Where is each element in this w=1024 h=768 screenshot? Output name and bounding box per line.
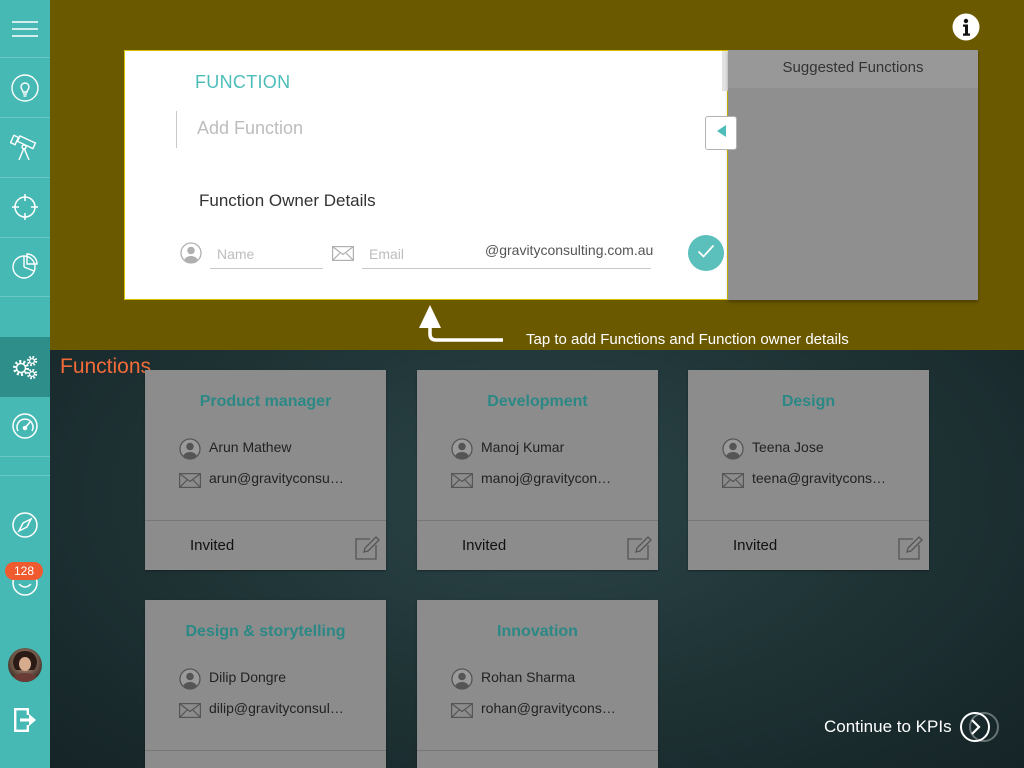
person-icon: [451, 438, 473, 465]
email-domain-suffix: @gravityconsulting.com.au: [485, 242, 654, 258]
owner-details-heading: Function Owner Details: [199, 191, 376, 210]
card-footer: [417, 750, 658, 768]
card-owner-email: manoj@gravitycon…: [481, 470, 612, 486]
function-form-panel: FUNCTION Function Owner Details @gravity…: [124, 50, 728, 300]
sidebar-divider: [0, 296, 50, 297]
lightbulb-icon: [10, 73, 40, 103]
avatar: [7, 647, 43, 683]
menu-icon: [11, 19, 39, 39]
function-card[interactable]: Design & storytelling Dilip Dongre dilip…: [145, 600, 386, 768]
card-owner-email: arun@gravityconsu…: [209, 470, 344, 486]
section-title: Functions: [60, 355, 152, 378]
card-footer: Invited: [145, 520, 386, 570]
card-owner-name: Dilip Dongre: [209, 669, 287, 685]
card-owner-email: teena@gravitycons…: [752, 470, 887, 486]
logout-icon: [11, 706, 39, 734]
suggested-functions-panel: Suggested Functions: [728, 50, 978, 300]
card-title: Development: [487, 393, 588, 410]
person-icon: [180, 242, 202, 269]
mail-icon: [179, 703, 201, 723]
text-caret: [176, 111, 177, 148]
notification-badge: 128: [5, 562, 43, 580]
submit-function-button[interactable]: [688, 235, 724, 271]
function-card[interactable]: Design Teena Jose teena@gravitycons… Inv…: [688, 370, 929, 570]
card-title: Product manager: [199, 393, 332, 410]
card-owner-email: rohan@gravitycons…: [481, 700, 616, 716]
sidebar-divider: [0, 456, 50, 457]
card-title: Innovation: [497, 623, 578, 640]
person-icon: [451, 668, 473, 695]
owner-name-input[interactable]: [210, 240, 323, 269]
card-status: Invited: [462, 537, 507, 554]
card-footer: [145, 750, 386, 768]
sidebar-item-kpis[interactable]: [0, 396, 50, 456]
mail-icon: [451, 473, 473, 493]
card-owner-name: Arun Mathew: [209, 439, 292, 455]
triangle-left-icon: [715, 124, 727, 143]
pie-chart-icon: [10, 251, 40, 281]
function-card[interactable]: Innovation Rohan Sharma rohan@gravitycon…: [417, 600, 658, 768]
function-name-input[interactable]: [197, 115, 597, 141]
sidebar-item-explore[interactable]: [0, 495, 50, 555]
card-owner-name: Rohan Sharma: [481, 669, 576, 685]
coach-mark-text: Tap to add Functions and Function owner …: [526, 331, 849, 348]
info-icon: [952, 13, 980, 45]
continue-to-kpis-link[interactable]: Continue to KPIs: [824, 717, 952, 737]
edit-icon[interactable]: [354, 535, 380, 566]
logout-button[interactable]: [0, 690, 50, 750]
sidebar-item-analytics[interactable]: [0, 236, 50, 296]
form-title: FUNCTION: [195, 72, 291, 92]
collapse-suggestions-button[interactable]: [705, 116, 737, 150]
sidebar: 128: [0, 0, 50, 768]
speedometer-icon: [10, 411, 40, 441]
sidebar-item-functions[interactable]: [0, 337, 50, 397]
sidebar-item-goals[interactable]: [0, 177, 50, 237]
function-card[interactable]: Product manager Arun Mathew arun@gravity…: [145, 370, 386, 570]
sidebar-divider: [0, 475, 50, 476]
sidebar-item-profile[interactable]: [0, 635, 50, 695]
card-footer: Invited: [688, 520, 929, 570]
crosshair-icon: [10, 192, 40, 222]
card-owner-email: dilip@gravityconsul…: [209, 700, 344, 716]
compass-icon: [10, 510, 40, 540]
function-card[interactable]: Development Manoj Kumar manoj@gravitycon…: [417, 370, 658, 570]
suggested-functions-title: Suggested Functions: [728, 50, 978, 88]
mail-icon: [722, 473, 744, 493]
menu-button[interactable]: [0, 0, 50, 57]
mail-icon: [179, 473, 201, 493]
card-footer: Invited: [417, 520, 658, 570]
info-button[interactable]: [952, 13, 980, 41]
gears-icon: [10, 352, 40, 382]
coach-arrow-icon: [419, 305, 503, 342]
checkmark-icon: [697, 244, 715, 263]
card-owner-name: Manoj Kumar: [481, 439, 565, 455]
person-icon: [179, 668, 201, 695]
card-status: Invited: [190, 537, 235, 554]
card-title: Design: [781, 393, 836, 410]
chevron-right-icon[interactable]: [958, 710, 1006, 749]
sidebar-item-vision[interactable]: [0, 118, 50, 178]
mail-icon: [332, 246, 354, 266]
person-icon: [722, 438, 744, 465]
edit-icon[interactable]: [897, 535, 923, 566]
sidebar-item-ideas[interactable]: [0, 58, 50, 118]
mail-icon: [451, 703, 473, 723]
card-status: Invited: [733, 537, 778, 554]
person-icon: [179, 438, 201, 465]
card-title: Design & storytelling: [185, 623, 346, 640]
telescope-icon: [10, 133, 40, 163]
edit-icon[interactable]: [626, 535, 652, 566]
card-owner-name: Teena Jose: [752, 439, 824, 455]
